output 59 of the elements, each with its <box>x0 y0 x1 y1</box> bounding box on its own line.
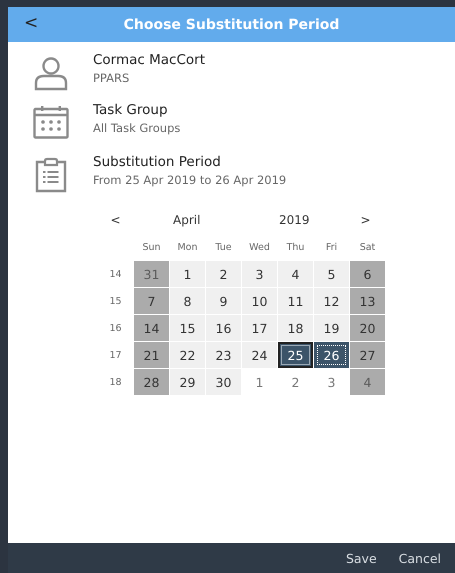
weekday-label: Tue <box>214 240 233 254</box>
day-cell[interactable]: 3 <box>242 261 277 287</box>
day-cell[interactable]: 2 <box>206 261 241 287</box>
next-month-button[interactable]: > <box>348 213 383 227</box>
item-subtitle: From 25 Apr 2019 to 26 Apr 2019 <box>93 173 286 187</box>
day-cell[interactable]: 14 <box>134 315 169 341</box>
day-cell[interactable]: 13 <box>350 288 385 314</box>
weekday-label: Mon <box>176 240 199 254</box>
day-cell[interactable]: 11 <box>278 288 313 314</box>
day-cell[interactable]: 4 <box>278 261 313 287</box>
week-number: 17 <box>108 348 123 362</box>
calendar-icon <box>32 105 68 139</box>
footer-button[interactable]: Cancel <box>390 546 449 570</box>
day-cell[interactable]: 24 <box>242 342 277 368</box>
month-button[interactable]: April <box>133 213 240 227</box>
day-cell[interactable]: 10 <box>242 288 277 314</box>
day-cell[interactable]: 20 <box>350 315 385 341</box>
back-button[interactable]: < <box>18 11 44 35</box>
weekday-label: Wed <box>248 240 271 254</box>
weekday-label: Sun <box>141 240 162 254</box>
day-cell[interactable]: 29 <box>170 369 205 395</box>
year-button[interactable]: 2019 <box>240 213 348 227</box>
item-title: Task Group <box>93 102 169 118</box>
day-cell[interactable]: 26 <box>314 342 349 368</box>
item-title: Cormac MacCort <box>93 52 206 68</box>
day-cell[interactable]: 8 <box>170 288 205 314</box>
item-title: Substitution Period <box>93 154 222 170</box>
weekday-label: Fri <box>324 240 338 254</box>
day-cell[interactable]: 7 <box>134 288 169 314</box>
day-cell[interactable]: 17 <box>242 315 277 341</box>
day-cell[interactable]: 15 <box>170 315 205 341</box>
day-cell[interactable]: 22 <box>170 342 205 368</box>
item-subtitle: PPARS <box>93 71 130 85</box>
weekday-label: Sat <box>358 240 376 254</box>
day-cell[interactable]: 25 <box>278 342 313 368</box>
day-cell[interactable]: 16 <box>206 315 241 341</box>
footer-button[interactable]: Save <box>338 546 385 570</box>
day-cell[interactable]: 1 <box>170 261 205 287</box>
week-number: 16 <box>108 322 123 336</box>
day-cell[interactable]: 5 <box>314 261 349 287</box>
item-subtitle: All Task Groups <box>93 121 180 135</box>
clipboard-icon <box>34 157 68 193</box>
day-cell[interactable]: 28 <box>134 369 169 395</box>
weekday-label: Thu <box>286 240 306 254</box>
previous-month-button[interactable]: < <box>98 213 133 227</box>
week-number: 15 <box>108 294 123 308</box>
dialog-title: Choose Substitution Period <box>124 16 340 32</box>
day-cell[interactable]: 18 <box>278 315 313 341</box>
day-cell[interactable]: 19 <box>314 315 349 341</box>
day-cell[interactable]: 30 <box>206 369 241 395</box>
week-number: 14 <box>108 268 123 282</box>
day-cell[interactable]: 12 <box>314 288 349 314</box>
person-icon <box>32 55 68 91</box>
week-number: 18 <box>108 376 123 390</box>
day-cell[interactable]: 9 <box>206 288 241 314</box>
day-cell[interactable]: 23 <box>206 342 241 368</box>
day-cell[interactable]: 6 <box>350 261 385 287</box>
day-cell[interactable]: 21 <box>134 342 169 368</box>
day-cell[interactable]: 27 <box>350 342 385 368</box>
